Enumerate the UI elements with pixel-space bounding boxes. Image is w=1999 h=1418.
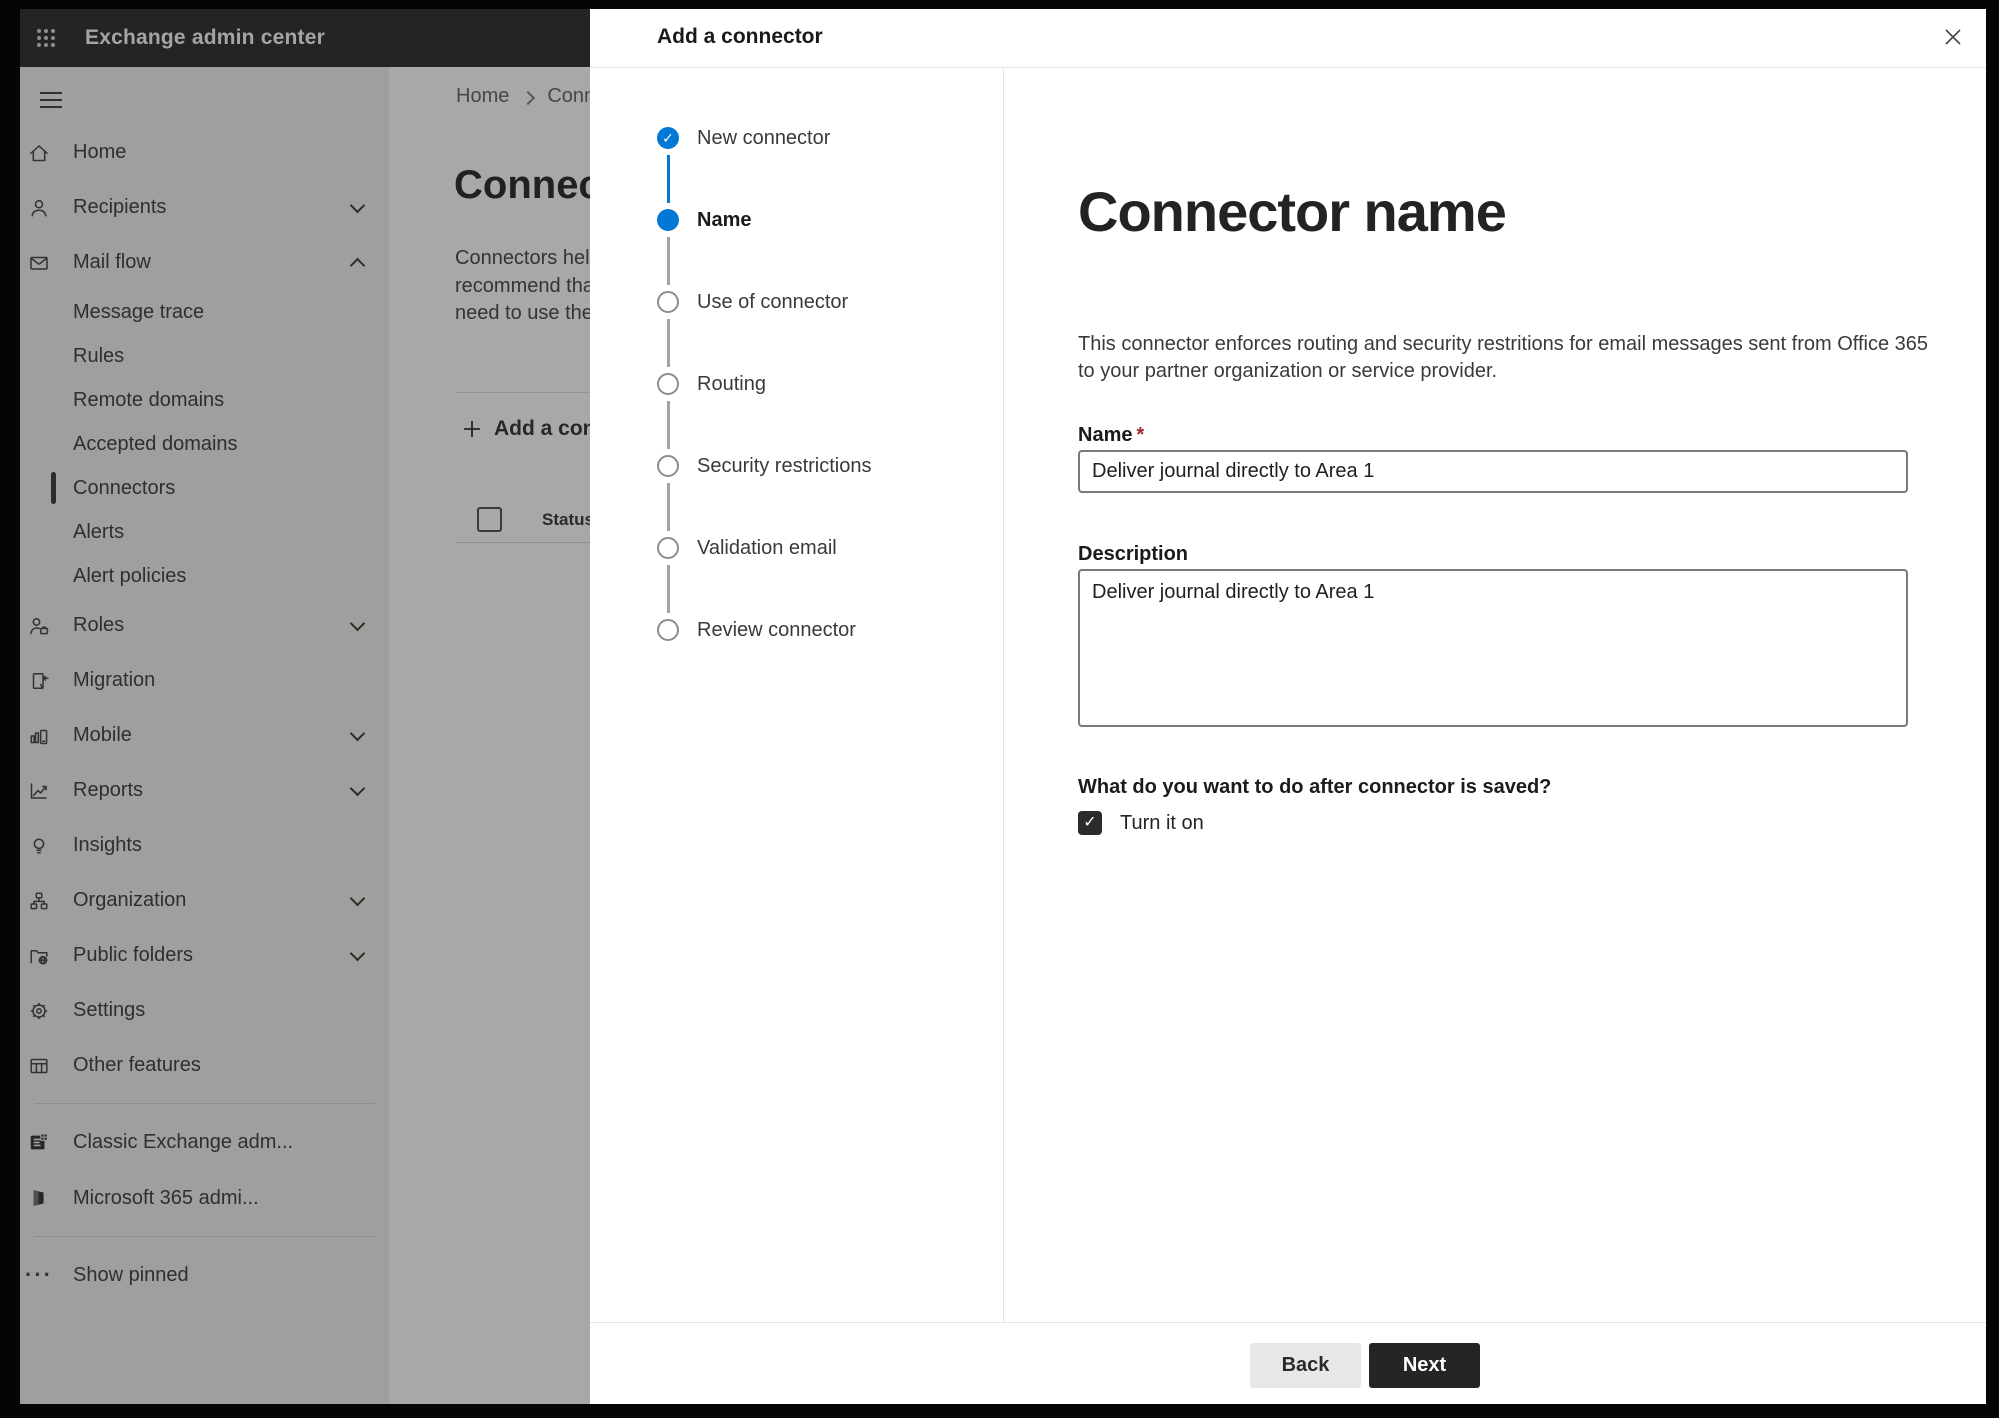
step-circle-icon	[657, 373, 679, 395]
step-completed-check-icon: ✓	[657, 127, 679, 149]
step-circle-icon	[657, 619, 679, 641]
close-icon	[1945, 29, 1961, 45]
back-button[interactable]: Back	[1250, 1343, 1361, 1388]
wizard-content: Connector name This connector enforces r…	[1004, 68, 1986, 1322]
app-window: Exchange admin center Home Recipients Ma…	[20, 9, 1986, 1404]
wizard-step-name[interactable]: Name	[590, 179, 1003, 285]
step-circle-icon	[657, 455, 679, 477]
after-save-question: What do you want to do after connector i…	[1078, 776, 1552, 798]
step-circle-icon	[657, 291, 679, 313]
wizard-steps-panel: ✓ New connector Name Use of connector Ro…	[590, 68, 1004, 1322]
checkbox-label: Turn it on	[1120, 811, 1204, 834]
wizard-step-validation-email[interactable]: Validation email	[590, 507, 1003, 613]
content-heading: Connector name	[1078, 180, 1507, 243]
required-asterisk: *	[1136, 424, 1145, 446]
description-textarea[interactable]: Deliver journal directly to Area 1	[1078, 569, 1908, 727]
checkbox-checked-icon[interactable]: ✓	[1078, 811, 1102, 835]
step-current-dot-icon	[657, 209, 679, 231]
step-circle-icon	[657, 537, 679, 559]
add-connector-dialog: Add a connector ✓ New connector Name Use…	[590, 9, 1986, 1404]
wizard-step-new-connector[interactable]: ✓ New connector	[590, 97, 1003, 203]
wizard-step-routing[interactable]: Routing	[590, 343, 1003, 449]
turn-it-on-checkbox-row[interactable]: ✓ Turn it on	[1078, 811, 1986, 835]
next-button[interactable]: Next	[1369, 1343, 1480, 1388]
wizard-step-use-of-connector[interactable]: Use of connector	[590, 261, 1003, 367]
screen: Exchange admin center Home Recipients Ma…	[0, 0, 1999, 1418]
content-description: This connector enforces routing and secu…	[1078, 333, 1929, 382]
wizard-step-review-connector[interactable]: Review connector	[590, 589, 1003, 671]
close-button[interactable]	[1935, 19, 1971, 55]
dialog-footer: Back Next	[590, 1322, 1986, 1404]
dialog-header: Add a connector	[590, 9, 1986, 68]
name-field-label: Name *	[1078, 424, 1145, 446]
description-field-label: Description	[1078, 543, 1189, 565]
dialog-title: Add a connector	[657, 25, 823, 48]
wizard-step-security-restrictions[interactable]: Security restrictions	[590, 425, 1003, 531]
dialog-body: ✓ New connector Name Use of connector Ro…	[590, 68, 1986, 1322]
name-input[interactable]	[1078, 450, 1908, 493]
